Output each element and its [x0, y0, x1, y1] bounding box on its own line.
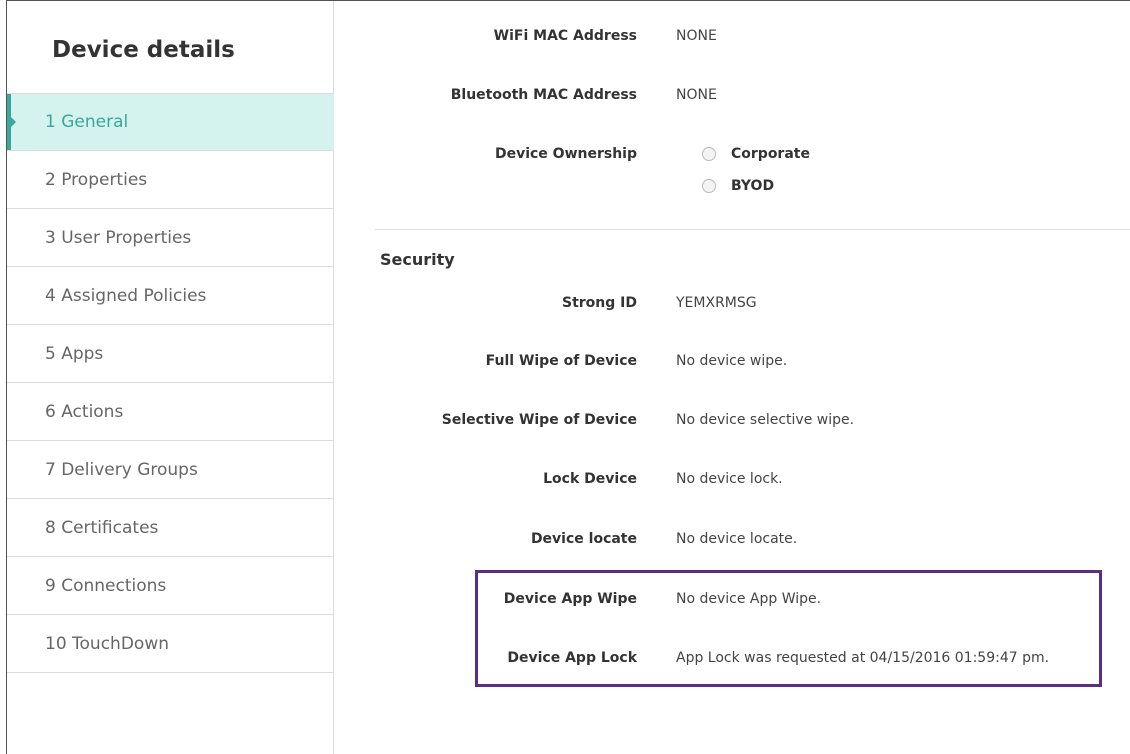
- device-app-wipe-value: No device App Wipe.: [676, 591, 822, 607]
- device-locate-value: No device locate.: [676, 531, 798, 547]
- lock-device-label: Lock Device: [543, 471, 637, 487]
- sidebar-item-label: 1 General: [45, 112, 129, 132]
- lock-device-value: No device lock.: [676, 471, 783, 487]
- device-ownership-label: Device Ownership: [494, 146, 637, 162]
- sidebar-item-delivery-groups[interactable]: 7 Delivery Groups: [7, 441, 334, 499]
- strong-id-value: YEMXRMSG: [676, 295, 757, 311]
- sidebar-item-label: 2 Properties: [45, 169, 148, 190]
- sidebar-item-general[interactable]: 1 General: [7, 93, 334, 151]
- device-app-lock-label: Device App Lock: [507, 650, 637, 666]
- device-locate-label: Device locate: [530, 531, 637, 547]
- sidebar-item-connections[interactable]: 9 Connections: [7, 557, 334, 615]
- sidebar-item-apps[interactable]: 5 Apps: [7, 325, 334, 383]
- selective-wipe-label: Selective Wipe of Device: [441, 412, 637, 428]
- ownership-byod-radio[interactable]: [702, 179, 716, 193]
- sidebar-nav: 1 General 2 Properties 3 User Properties…: [7, 93, 334, 673]
- sidebar-item-assigned-policies[interactable]: 4 Assigned Policies: [7, 267, 334, 325]
- sidebar-item-label: 7 Delivery Groups: [45, 459, 198, 480]
- ownership-corporate-label: Corporate: [731, 146, 810, 162]
- sidebar: Device details 1 General 2 Properties 3 …: [7, 1, 334, 754]
- sidebar-item-properties[interactable]: 2 Properties: [7, 151, 334, 209]
- full-wipe-value: No device wipe.: [676, 353, 788, 369]
- sidebar-item-label: 10 TouchDown: [45, 633, 169, 654]
- bluetooth-mac-value: NONE: [676, 87, 717, 103]
- device-app-wipe-label: Device App Wipe: [503, 591, 637, 607]
- security-section-title: Security: [380, 250, 455, 269]
- selective-wipe-value: No device selective wipe.: [676, 412, 855, 428]
- sidebar-title: Device details: [52, 37, 235, 63]
- wifi-mac-value: NONE: [676, 28, 717, 44]
- active-arrow-icon: [11, 117, 16, 127]
- ownership-corporate-radio[interactable]: [702, 147, 716, 161]
- sidebar-item-label: 6 Actions: [45, 401, 124, 422]
- sidebar-item-user-properties[interactable]: 3 User Properties: [7, 209, 334, 267]
- full-wipe-label: Full Wipe of Device: [485, 353, 637, 369]
- sidebar-item-touchdown[interactable]: 10 TouchDown: [7, 615, 334, 673]
- ownership-byod-label: BYOD: [731, 178, 775, 194]
- sidebar-item-label: 8 Certificates: [45, 517, 159, 538]
- wifi-mac-label: WiFi MAC Address: [493, 28, 637, 44]
- sidebar-item-certificates[interactable]: 8 Certificates: [7, 499, 334, 557]
- sidebar-item-label: 9 Connections: [45, 575, 167, 596]
- device-app-lock-value: App Lock was requested at 04/15/2016 01:…: [676, 650, 1050, 666]
- bluetooth-mac-label: Bluetooth MAC Address: [450, 87, 637, 103]
- sidebar-item-label: 3 User Properties: [45, 227, 192, 248]
- strong-id-label: Strong ID: [562, 295, 637, 311]
- sidebar-item-label: 5 Apps: [45, 343, 104, 364]
- section-divider: [375, 229, 1130, 230]
- sidebar-item-label: 4 Assigned Policies: [45, 285, 207, 306]
- highlight-box: [475, 570, 1102, 687]
- sidebar-item-actions[interactable]: 6 Actions: [7, 383, 334, 441]
